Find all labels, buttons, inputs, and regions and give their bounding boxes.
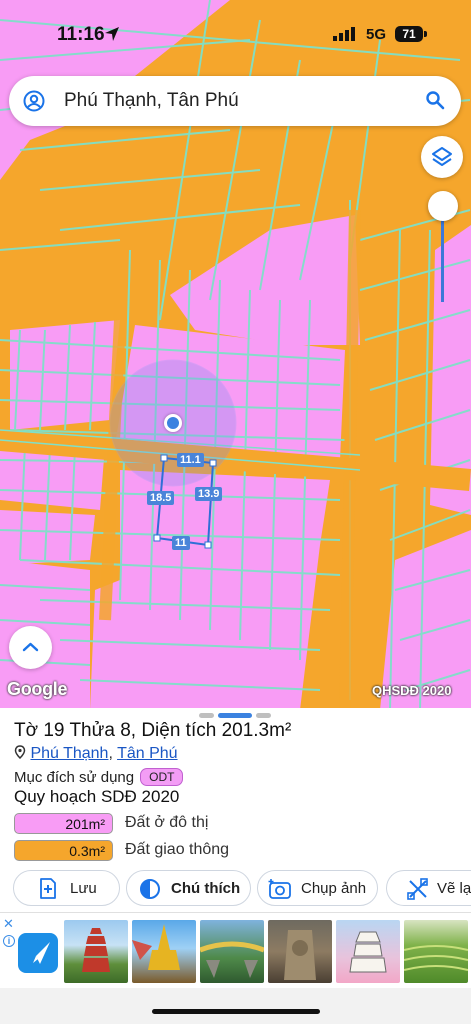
half-circle-icon [140,879,160,899]
address-separator: , [108,745,113,762]
land-purpose-label: Mục đích sử dụng [14,769,135,786]
bird-logo-icon [26,942,50,964]
ad-image-castle[interactable] [336,920,400,983]
plot-title: Tờ 19 Thửa 8, Diện tích 201.3m² [14,720,291,742]
search-input[interactable]: Phú Thạnh, Tân Phú [64,90,239,112]
ad-image-temple[interactable] [132,920,196,983]
dimension-right-label: 13.9 [195,487,223,501]
location-arrow-icon [105,27,119,41]
land-use-area: 201m² [14,813,113,834]
ad-image-angkor[interactable] [268,920,332,983]
dimension-left-label: 18.5 [147,491,175,505]
ad-image-golden-bridge[interactable] [200,920,264,983]
chevron-up-icon [22,642,39,652]
ad-app-logo[interactable] [18,933,58,973]
legend-button[interactable]: Chú thích [126,870,251,906]
sheet-page-indicator-1 [199,713,214,718]
person-circle-icon[interactable] [23,90,45,112]
land-use-label: Đất ở đô thị [125,814,209,831]
home-indicator[interactable] [152,1009,320,1014]
signal-icon [333,27,355,41]
sheet-label: Tờ [14,720,39,741]
plan-title: Quy hoạch SDĐ 2020 [14,787,180,806]
plot-label: Thửa [69,720,115,741]
ad-image-pagoda[interactable] [64,920,128,983]
sheet-page-indicator-3 [256,713,271,718]
draw-button[interactable]: Vẽ lạ [386,870,471,906]
battery-level: 71 [395,26,423,42]
sheet-page-indicator-2 [218,713,252,718]
address-line: Phú Thạnh, Tân Phú [14,745,178,763]
opacity-slider-knob[interactable] [428,191,458,221]
search-bar[interactable]: Phú Thạnh, Tân Phú [9,76,461,126]
ad-close-icon[interactable]: ✕ [3,916,14,932]
status-time: 11:16 [57,24,105,45]
land-use-area: 0.3m² [14,840,113,861]
search-icon[interactable] [425,90,445,110]
ad-banner[interactable]: ✕ i [0,912,471,988]
save-button-label: Lưu [70,880,97,897]
camera-add-icon [268,879,291,899]
location-dot [164,414,182,432]
expand-sheet-button[interactable] [9,626,52,669]
land-purpose-row: Mục đích sử dụng ODT [14,768,184,786]
add-document-icon [40,878,56,899]
legend-button-label: Chú thích [171,880,241,897]
dimension-top-label: 11.1 [177,453,204,467]
land-purpose-badge[interactable]: ODT [140,768,184,786]
google-attribution: Google [7,679,68,699]
layers-button[interactable] [421,136,463,178]
district-link[interactable]: Tân Phú [117,745,177,762]
save-button[interactable]: Lưu [13,870,120,906]
plot-area: , Diện tích 201.3m² [130,720,292,741]
bottom-safe-area [0,988,471,1024]
sheet-number: 19 [43,720,65,741]
capture-button-label: Chụp ảnh [301,880,367,897]
action-bar: Lưu Chú thích Chụp ảnh Vẽ lạ [0,870,471,908]
dimension-bottom-label: 11 [172,536,190,550]
ad-info-icon[interactable]: i [3,935,15,947]
plot-number: 8 [120,720,131,741]
layers-icon [432,147,452,166]
battery-tip [424,31,427,37]
map-layer-name: QHSDĐ 2020 [372,683,452,698]
ad-image-rice-terraces[interactable] [404,920,468,983]
network-type: 5G [366,26,387,43]
ward-link[interactable]: Phú Thạnh [30,745,108,762]
draw-button-label: Vẽ lạ [437,880,471,897]
status-bar: 11:16 5G 71 [0,0,471,70]
map-pin-icon [14,745,26,760]
draw-tools-icon [407,878,428,900]
land-use-label: Đất giao thông [125,841,230,858]
capture-button[interactable]: Chụp ảnh [257,870,378,906]
